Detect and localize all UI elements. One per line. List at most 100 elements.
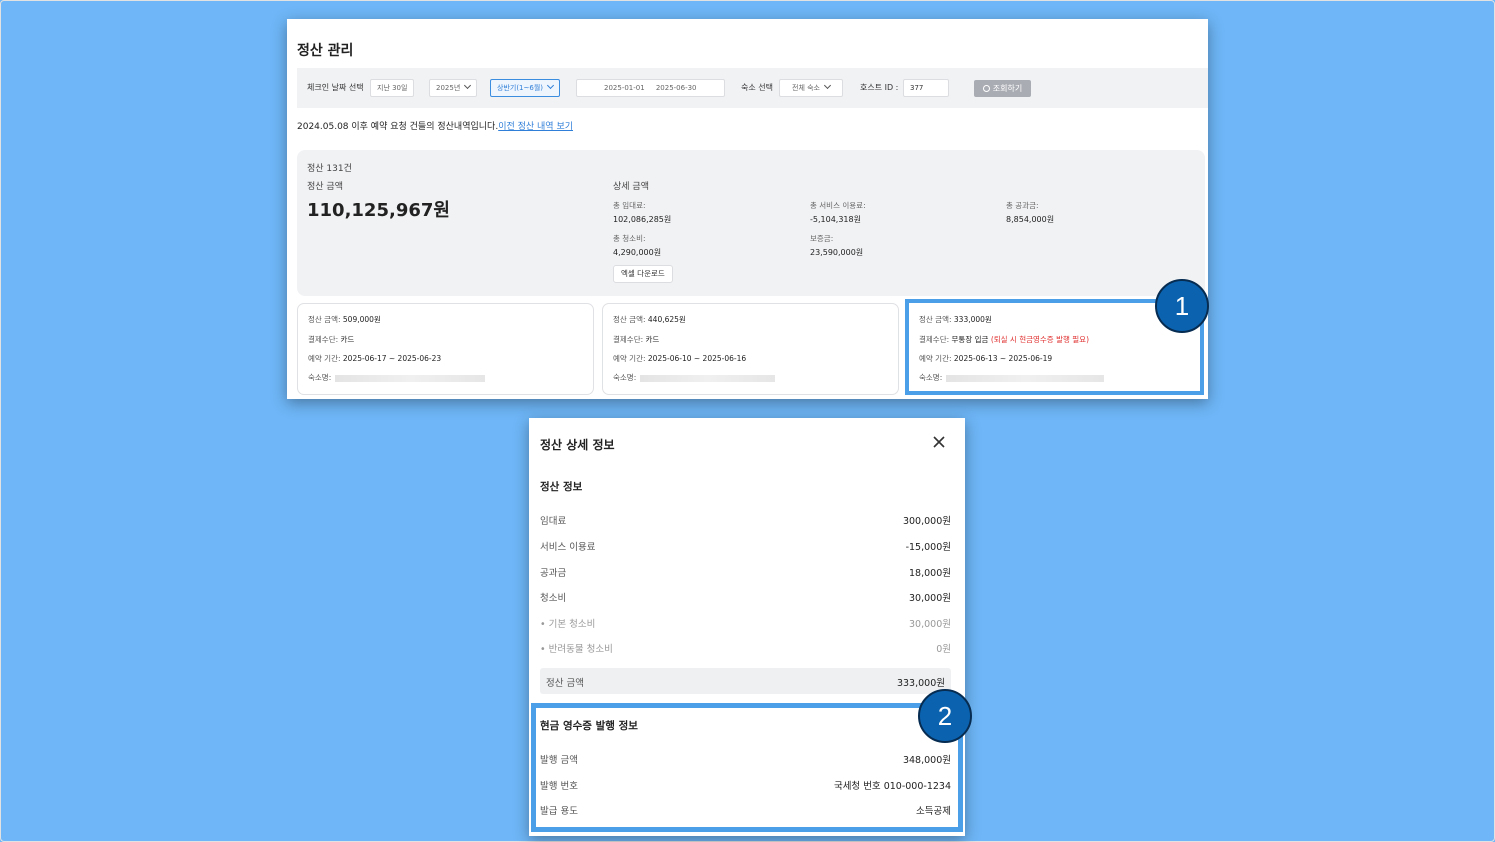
card-payment-label: 결제수단: bbox=[308, 335, 339, 344]
total-utilities-value: 8,854,000원 bbox=[1006, 215, 1055, 224]
blurred-lodging-name bbox=[946, 374, 1105, 382]
modal-title: 정산 상세 정보 bbox=[540, 438, 615, 452]
row-value: 300,000원 bbox=[902, 516, 951, 527]
row-label: • 반려동물 청소비 bbox=[540, 644, 613, 655]
settlement-page: 정산 관리 체크인 날짜 선택 지난 30일 2025년 상반기(1~6월) 2… bbox=[287, 19, 1208, 399]
previous-history-link[interactable]: 이전 정산 내역 보기 bbox=[498, 122, 573, 132]
row-value: 30,000원 bbox=[909, 619, 951, 630]
settlement-count: 정산 131건 bbox=[307, 164, 352, 174]
close-icon[interactable] bbox=[931, 434, 947, 450]
detail-row-basic-cleaning: • 기본 청소비 30,000원 bbox=[540, 616, 951, 630]
card-lodging-label: 숙소명: bbox=[919, 373, 943, 382]
card-lodging-label: 숙소명: bbox=[613, 373, 637, 382]
card-amount-label: 정산 금액: bbox=[613, 315, 646, 324]
year-select-value: 2025년 bbox=[436, 84, 461, 92]
chevron-down-icon bbox=[823, 81, 832, 90]
excel-download-button[interactable]: 엑셀 다운로드 bbox=[613, 265, 673, 283]
card-period-label: 예약 기간: bbox=[919, 354, 952, 363]
filter-bar: 체크인 날짜 선택 지난 30일 2025년 상반기(1~6월) 2025-01… bbox=[297, 68, 1208, 108]
detail-row-pet-cleaning: • 반려동물 청소비 0원 bbox=[540, 641, 951, 655]
total-rent-value: 102,086,285원 bbox=[613, 215, 672, 224]
detail-row-utilities: 공과금 18,000원 bbox=[540, 565, 951, 579]
card-payment: 결제수단: 카드 bbox=[613, 334, 659, 345]
checkin-date-label: 체크인 날짜 선택 bbox=[307, 83, 364, 92]
recent-30-days-button[interactable]: 지난 30일 bbox=[370, 79, 415, 97]
row-label: • 기본 청소비 bbox=[540, 619, 596, 630]
row-value: 348,000원 bbox=[902, 755, 951, 766]
lodging-select-value: 전체 숙소 bbox=[792, 84, 820, 92]
total-service-fee-value: -5,104,318원 bbox=[810, 215, 861, 224]
host-id-label: 호스트 ID : bbox=[860, 83, 899, 92]
total-cleaning-label: 총 청소비: bbox=[613, 234, 646, 243]
settlement-card[interactable]: 정산 금액: 509,000원 결제수단: 카드 예약 기간: 2025-06-… bbox=[297, 303, 594, 395]
row-label: 서비스 이용료 bbox=[540, 542, 596, 553]
card-amount-value: 509,000원 bbox=[342, 315, 381, 324]
card-payment: 결제수단: 무통장 입금 (퇴실 시 현금영수증 발행 필요) bbox=[919, 334, 1089, 345]
row-label: 공과금 bbox=[540, 568, 567, 579]
card-payment-value: 무통장 입금 bbox=[951, 335, 989, 344]
card-payment-value: 카드 bbox=[645, 335, 660, 344]
row-label: 발행 번호 bbox=[540, 781, 578, 792]
chevron-down-icon bbox=[464, 81, 472, 90]
card-amount-value: 333,000원 bbox=[953, 315, 992, 324]
card-amount: 정산 금액: 440,625원 bbox=[613, 314, 686, 325]
detail-row-cleaning: 청소비 30,000원 bbox=[540, 590, 951, 604]
row-label: 발행 금액 bbox=[540, 755, 578, 766]
notice: 2024.05.08 이후 예약 요청 건들의 정산내역입니다.이전 정산 내역… bbox=[297, 119, 573, 132]
total-cleaning-value: 4,290,000원 bbox=[613, 248, 662, 257]
card-amount: 정산 금액: 333,000원 bbox=[919, 314, 992, 325]
row-value: 소득공제 bbox=[916, 806, 951, 817]
card-lodging-label: 숙소명: bbox=[308, 373, 332, 382]
card-amount-value: 440,625원 bbox=[647, 315, 686, 324]
row-label: 청소비 bbox=[540, 593, 567, 604]
card-period: 예약 기간: 2025-06-10 ~ 2025-06-16 bbox=[613, 353, 746, 364]
blurred-lodging-name bbox=[640, 374, 776, 382]
settlement-summary: 정산 131건 정산 금액 110,125,967원 상세 금액 총 임대료: … bbox=[297, 150, 1205, 296]
card-amount-label: 정산 금액: bbox=[919, 315, 952, 324]
card-period-value: 2025-06-10 ~ 2025-06-16 bbox=[647, 354, 747, 363]
card-period-label: 예약 기간: bbox=[308, 354, 341, 363]
cash-receipt-heading: 현금 영수증 발행 정보 bbox=[540, 720, 638, 732]
search-button-label: 조회하기 bbox=[992, 84, 1023, 93]
search-button[interactable]: 조회하기 bbox=[974, 80, 1031, 97]
lodging-select-label: 숙소 선택 bbox=[741, 83, 773, 92]
card-amount: 정산 금액: 509,000원 bbox=[308, 314, 381, 325]
receipt-row-amount: 발행 금액 348,000원 bbox=[540, 752, 951, 766]
search-icon bbox=[982, 85, 990, 92]
receipt-row-number: 발행 번호 국세청 번호 010-000-1234 bbox=[540, 778, 951, 792]
total-utilities-label: 총 공과금: bbox=[1006, 201, 1039, 210]
total-value: 333,000원 bbox=[896, 678, 945, 689]
chevron-down-icon bbox=[546, 81, 555, 90]
card-period: 예약 기간: 2025-06-17 ~ 2025-06-23 bbox=[308, 353, 441, 364]
detail-row-service-fee: 서비스 이용료 -15,000원 bbox=[540, 539, 951, 553]
row-value: 국세청 번호 010-000-1234 bbox=[833, 781, 951, 792]
card-lodging: 숙소명: bbox=[919, 372, 1105, 383]
card-amount-label: 정산 금액: bbox=[308, 315, 341, 324]
card-payment-label: 결제수단: bbox=[919, 335, 950, 344]
date-from: 2025-01-01 bbox=[604, 84, 645, 92]
settlement-total-row: 정산 금액 333,000원 bbox=[540, 668, 951, 694]
row-label: 임대료 bbox=[540, 516, 567, 527]
deposit-value: 23,590,000원 bbox=[810, 248, 864, 257]
deposit-label: 보증금: bbox=[810, 234, 834, 243]
notice-text: 2024.05.08 이후 예약 요청 건들의 정산내역입니다. bbox=[297, 122, 499, 132]
total-service-fee-label: 총 서비스 이용료: bbox=[810, 201, 866, 210]
lodging-select[interactable]: 전체 숙소 bbox=[779, 79, 843, 97]
card-period-value: 2025-06-17 ~ 2025-06-23 bbox=[342, 354, 442, 363]
row-label: 발급 용도 bbox=[540, 806, 578, 817]
year-select[interactable]: 2025년 bbox=[429, 79, 478, 97]
row-value: 18,000원 bbox=[909, 568, 951, 579]
date-range-input[interactable]: 2025-01-01 2025-06-30 bbox=[576, 79, 725, 97]
row-value: 0원 bbox=[936, 644, 951, 655]
card-lodging: 숙소명: bbox=[308, 372, 486, 383]
half-year-select[interactable]: 상반기(1~6월) bbox=[490, 79, 560, 97]
card-payment-label: 결제수단: bbox=[613, 335, 644, 344]
host-id-input[interactable]: 377 bbox=[903, 79, 949, 97]
card-lodging: 숙소명: bbox=[613, 372, 776, 383]
card-period: 예약 기간: 2025-06-13 ~ 2025-06-19 bbox=[919, 353, 1052, 364]
total-label: 정산 금액 bbox=[546, 678, 584, 689]
card-payment-value: 카드 bbox=[340, 335, 355, 344]
card-payment: 결제수단: 카드 bbox=[308, 334, 354, 345]
receipt-row-purpose: 발급 용도 소득공제 bbox=[540, 803, 951, 817]
settlement-card[interactable]: 정산 금액: 440,625원 결제수단: 카드 예약 기간: 2025-06-… bbox=[602, 303, 899, 395]
